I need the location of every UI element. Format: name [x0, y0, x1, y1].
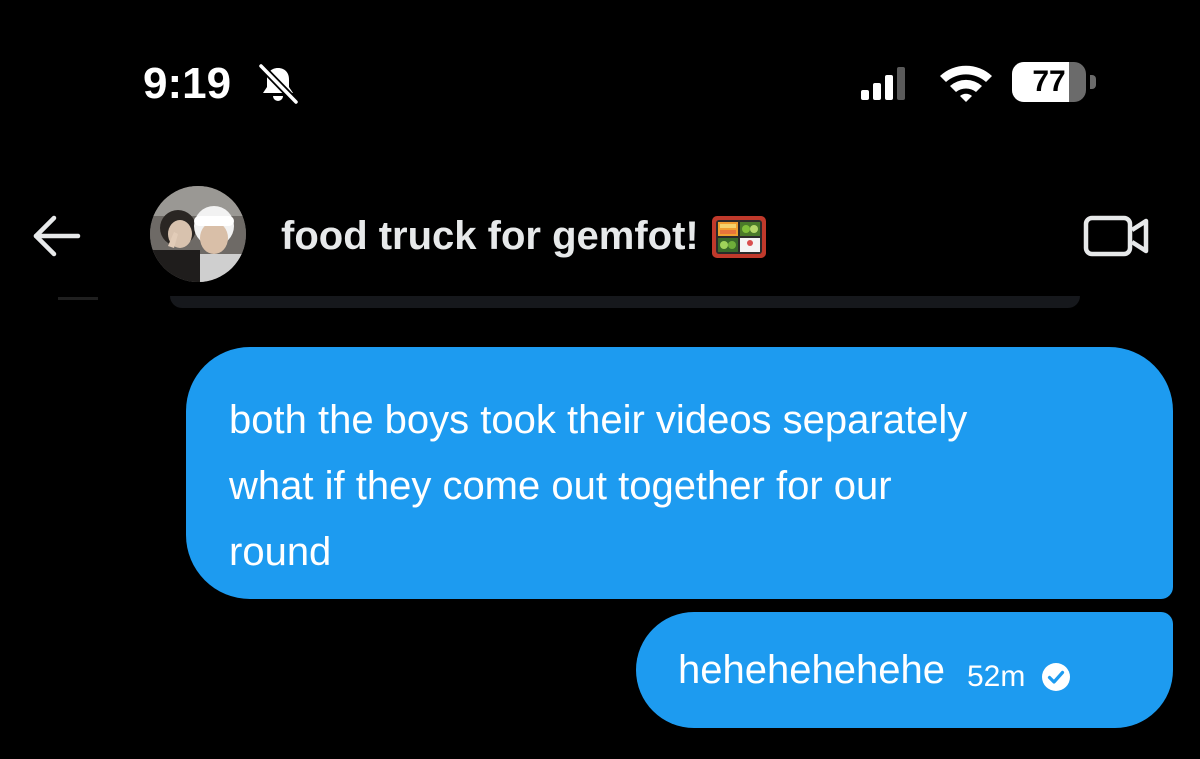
status-time: 9:19 — [143, 59, 232, 108]
group-avatar-photo — [150, 186, 246, 282]
cellular-signal-icon — [861, 67, 905, 100]
chat-title[interactable]: food truck for gemfot! — [281, 208, 767, 264]
wifi-icon — [940, 65, 992, 102]
bento-box-icon — [711, 216, 766, 258]
header-divider — [170, 296, 1080, 308]
battery-level: 77 — [1032, 65, 1066, 98]
message-bubble[interactable]: hehehehehehe 52m — [636, 612, 1173, 728]
chat-title-text: food truck for gemfot! — [281, 213, 699, 258]
battery-icon: 77 — [1012, 62, 1098, 104]
avatar[interactable] — [150, 186, 246, 282]
arrow-left-icon[interactable] — [30, 212, 84, 260]
check-circle-icon — [1042, 663, 1071, 691]
video-camera-icon[interactable] — [1082, 212, 1152, 260]
message-text: hehehehehehe — [678, 648, 945, 692]
message-text: both the boys took their videos separate… — [229, 398, 968, 574]
message-timestamp: 52m — [966, 660, 1026, 693]
message-bubble[interactable]: both the boys took their videos separate… — [186, 347, 1173, 599]
bell-slash-icon — [258, 63, 299, 105]
divider-stub — [58, 297, 98, 300]
